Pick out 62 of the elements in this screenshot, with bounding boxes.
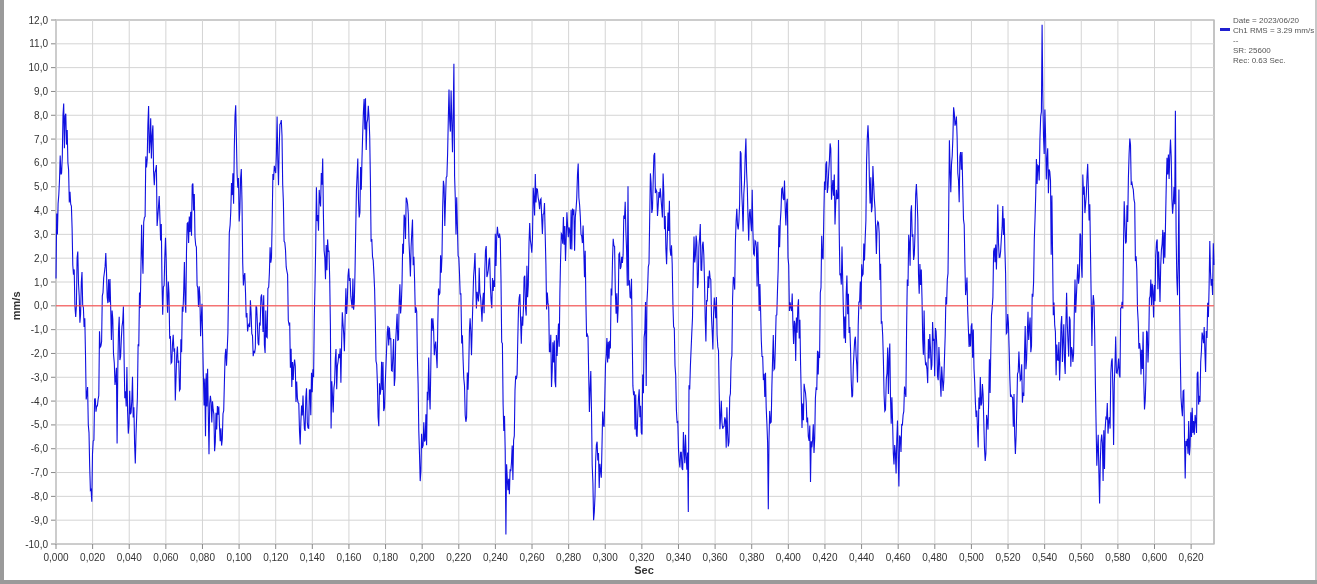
axis-tick-label: 0,260 xyxy=(519,552,545,563)
x-axis-title: Sec xyxy=(634,564,654,576)
axis-tick-label: -6,0 xyxy=(30,443,48,455)
axis-tick-label: 0,020 xyxy=(80,552,106,563)
axis-tick-label: -7,0 xyxy=(30,467,48,479)
axis-tick-label: 3,0 xyxy=(34,228,48,240)
axis-tick-label: 0,460 xyxy=(885,552,911,563)
axis-tick-label: 0,620 xyxy=(1178,552,1204,563)
axis-tick-label: 6,0 xyxy=(34,157,48,169)
axis-tick-label: -5,0 xyxy=(30,419,48,431)
axis-tick-label: 0,100 xyxy=(226,552,252,563)
axis-tick-label: 0,420 xyxy=(812,552,838,563)
axis-tick-label: 0,520 xyxy=(995,552,1021,563)
axis-tick-label: 0,240 xyxy=(482,552,508,563)
axis-tick-label: -2,0 xyxy=(30,347,48,359)
axis-tick-label: 10,0 xyxy=(28,62,48,74)
axis-tick-label: 0,040 xyxy=(116,552,142,563)
axis-tick-label: 4,0 xyxy=(34,205,48,217)
axis-tick-label: 0,600 xyxy=(1142,552,1167,563)
legend-text: -- xyxy=(1233,36,1240,46)
axis-tick-label: 2,0 xyxy=(34,252,48,264)
axis-tick-label: 7,0 xyxy=(34,133,48,145)
axis-tick-label: 0,500 xyxy=(958,552,984,563)
axis-tick-label: 5,0 xyxy=(34,181,48,193)
axis-tick-label: 0,560 xyxy=(1068,552,1094,563)
axis-tick-label: 0,160 xyxy=(336,552,362,563)
axis-tick-label: 0,180 xyxy=(373,552,399,563)
axis-tick-label: 0,060 xyxy=(153,552,179,563)
axis-tick-label: -9,0 xyxy=(30,514,48,526)
legend-text: Date = 2023/06/20 xyxy=(1233,16,1301,26)
axis-tick-label: -8,0 xyxy=(30,490,48,502)
axis-tick-label: -3,0 xyxy=(30,371,48,383)
axis-tick-label: 1,0 xyxy=(34,276,48,288)
axis-tick-label: 0,580 xyxy=(1105,552,1131,563)
axis-tick-label: 9,0 xyxy=(34,85,48,97)
axis-tick-label: -1,0 xyxy=(30,324,48,336)
axis-tick-label: 0,000 xyxy=(43,552,69,563)
legend-text: Rec: 0.63 Sec. xyxy=(1233,56,1287,66)
axis-tick-label: 0,440 xyxy=(849,552,875,563)
legend-text: SR: 25600 xyxy=(1233,46,1272,56)
axis-tick-label: 0,380 xyxy=(739,552,765,563)
axis-tick-label: 0,0 xyxy=(34,300,48,312)
axis-tick-label: 0,280 xyxy=(556,552,582,563)
axis-tick-label: 0,200 xyxy=(409,552,435,563)
axis-tick-label: 12,0 xyxy=(28,14,48,26)
axis-tick-label: 11,0 xyxy=(29,38,48,50)
axis-tick-label: -10,0 xyxy=(25,538,48,550)
axis-tick-label: 0,400 xyxy=(775,552,801,563)
axis-tick-label: 0,320 xyxy=(629,552,655,563)
axis-tick-label: 0,080 xyxy=(189,552,215,563)
y-axis-title: mm/s xyxy=(10,291,22,321)
axis-tick-label: -4,0 xyxy=(30,395,48,407)
axis-tick-label: 0,120 xyxy=(263,552,289,563)
axis-tick-label: 0,360 xyxy=(702,552,728,563)
axis-tick-label: 0,140 xyxy=(299,552,325,563)
axis-tick-label: 0,480 xyxy=(922,552,948,563)
axis-tick-label: 0,340 xyxy=(665,552,691,563)
axis-tick-label: 0,540 xyxy=(1032,552,1058,563)
axis-tick-label: 8,0 xyxy=(34,109,48,121)
axis-tick-label: 0,300 xyxy=(592,552,618,563)
axis-tick-label: 0,220 xyxy=(446,552,472,563)
legend-text: Ch1 RMS = 3.29 mm/s xyxy=(1233,26,1315,36)
